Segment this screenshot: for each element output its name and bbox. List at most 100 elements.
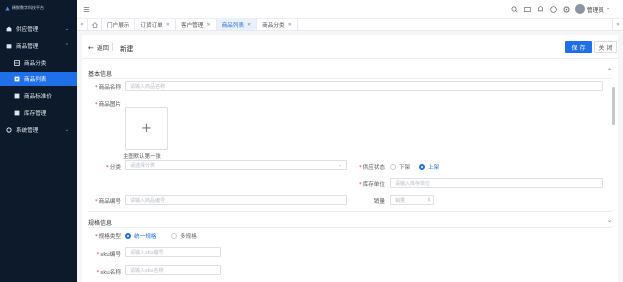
chevron-up-icon: ⌃ bbox=[64, 43, 69, 49]
sidebar-item-category[interactable]: 商品分类 bbox=[0, 57, 77, 69]
image-upload[interactable]: + bbox=[125, 107, 168, 150]
page-title: 新建 bbox=[120, 45, 134, 53]
code-label: *商品编号 bbox=[94, 199, 121, 205]
tab-label: 商品列表 bbox=[221, 22, 244, 29]
close-icon[interactable]: ✕ bbox=[288, 22, 292, 28]
bell-icon[interactable] bbox=[537, 6, 544, 13]
scrollbar[interactable] bbox=[612, 87, 615, 125]
category-placeholder: 请选择分类 bbox=[130, 162, 156, 169]
name-label: *商品名称 bbox=[94, 85, 121, 91]
sales-label: 销量 bbox=[373, 199, 385, 205]
tabs-next-button[interactable]: » bbox=[612, 19, 623, 30]
tab-label: 订货订单 bbox=[140, 22, 163, 29]
sidebar-item-system[interactable]: 系统管理 ⌄ bbox=[0, 124, 77, 136]
page-header: ← 返回 新建 保 存 关 闭 bbox=[82, 35, 618, 59]
home-icon bbox=[91, 21, 98, 28]
tab-label: 客户管理 bbox=[180, 22, 204, 29]
section-title-spec: 规格信息 bbox=[88, 220, 113, 227]
tabs-prev-button[interactable]: « bbox=[77, 19, 88, 30]
close-button[interactable]: 关 闭 bbox=[594, 41, 617, 53]
stock-icon bbox=[14, 110, 20, 116]
sidebar-item-price[interactable]: 商品标准价 bbox=[0, 90, 77, 102]
spec-type-label: *规格类型 bbox=[94, 234, 121, 240]
brand: 稀鲜数字科技平台 bbox=[0, 0, 77, 16]
section-title-basic: 基本信息 bbox=[88, 71, 113, 78]
chevron-up-icon[interactable]: ⌃ bbox=[607, 68, 612, 75]
message-icon[interactable] bbox=[524, 6, 531, 13]
menu-fold-icon[interactable] bbox=[83, 6, 90, 13]
price-icon bbox=[14, 93, 20, 99]
back-label: 返回 bbox=[96, 45, 109, 52]
topbar: 管理员 ⌄ bbox=[77, 0, 623, 19]
brand-title: 稀鲜数字科技平台 bbox=[12, 5, 44, 10]
double-chevron-right-icon: » bbox=[616, 21, 620, 28]
back-button[interactable]: ← 返回 bbox=[88, 43, 109, 53]
close-icon[interactable]: ✕ bbox=[206, 22, 210, 28]
tab-label: 门户展示 bbox=[107, 22, 130, 29]
sidebar-item-label: 商品标准价 bbox=[24, 94, 52, 100]
list-icon bbox=[14, 76, 20, 82]
close-icon[interactable]: ✕ bbox=[247, 22, 251, 28]
sidebar-item-label: 商品分类 bbox=[24, 61, 47, 67]
radio-checked-icon bbox=[125, 233, 131, 239]
divider bbox=[88, 78, 612, 79]
divider bbox=[112, 43, 113, 51]
category-label: *分类 bbox=[106, 165, 121, 171]
close-icon[interactable]: ✕ bbox=[166, 22, 170, 28]
sidebar-item-supply[interactable]: 供应管理 ⌄ bbox=[0, 23, 77, 35]
sidebar-item-label: 库存管理 bbox=[24, 111, 47, 117]
save-button[interactable]: 保 存 bbox=[565, 41, 592, 53]
home-tab[interactable] bbox=[88, 19, 102, 30]
sidebar-item-label: 商品管理 bbox=[16, 44, 39, 50]
stepper-icon[interactable]: ⇕ bbox=[427, 198, 431, 203]
tab-customers[interactable]: 客户管理 ✕ bbox=[176, 19, 217, 30]
search-icon[interactable] bbox=[511, 6, 518, 13]
sku-name-input[interactable]: 请输入sku名称 bbox=[125, 265, 221, 275]
category-select[interactable]: 请选择分类 ⌄ bbox=[125, 160, 347, 170]
image-label: *商品图片 bbox=[94, 102, 121, 108]
status-label: *供应状态 bbox=[358, 165, 385, 171]
main-area: ← 返回 新建 保 存 关 闭 基本信息 ⌃ *商品名称 请输入商品名称 *商品… bbox=[77, 31, 623, 282]
user-name[interactable]: 管理员 bbox=[587, 6, 604, 14]
code-input[interactable]: 请输入商品编号 bbox=[125, 195, 347, 205]
radio-icon bbox=[390, 164, 396, 170]
tab-orders[interactable]: 订货订单 ✕ bbox=[135, 19, 176, 30]
sidebar-item-label: 商品列表 bbox=[24, 77, 47, 83]
chevron-down-icon[interactable]: ⌄ bbox=[606, 5, 610, 11]
unit-input[interactable]: 请输入库存单位 bbox=[390, 178, 603, 188]
tab-goods-list[interactable]: 商品列表 ✕ bbox=[216, 19, 258, 30]
chevron-down-icon: ⌄ bbox=[64, 127, 69, 133]
avatar[interactable] bbox=[575, 4, 585, 14]
form-panel: ← 返回 新建 保 存 关 闭 基本信息 ⌃ *商品名称 请输入商品名称 *商品… bbox=[82, 35, 618, 282]
tab-portal[interactable]: 门户展示 bbox=[102, 19, 136, 30]
sku-code-input[interactable]: 请输入sku编号 bbox=[125, 247, 221, 257]
sidebar-item-stock[interactable]: 库存管理 bbox=[0, 107, 77, 119]
goods-name-input[interactable]: 请输入商品名称 bbox=[125, 81, 603, 91]
spec-radio-unified[interactable]: 统一规格 bbox=[125, 232, 156, 240]
divider bbox=[88, 211, 612, 212]
double-chevron-left-icon: « bbox=[80, 21, 84, 28]
sidebar-item-label: 供应管理 bbox=[16, 27, 39, 33]
chevron-down-icon[interactable]: ⌄ bbox=[607, 217, 612, 224]
status-radio-on[interactable]: 上架 bbox=[419, 163, 439, 171]
tab-label: 商品分类 bbox=[262, 22, 285, 29]
sales-input[interactable]: 销量 ⇕ bbox=[390, 195, 434, 205]
spec-radio-multi[interactable]: 多规格 bbox=[171, 232, 197, 240]
radio-icon bbox=[171, 233, 177, 239]
category-icon bbox=[14, 60, 20, 66]
tab-goods-category[interactable]: 商品分类 ✕ bbox=[257, 19, 298, 30]
sidebar: 稀鲜数字科技平台 供应管理 ⌄ 商品管理 ⌃ 商品分类 商品列表 商品标准价 库… bbox=[0, 0, 77, 282]
help-icon[interactable] bbox=[550, 6, 557, 13]
sku-code-label: *sku编号 bbox=[96, 252, 121, 258]
status-radio-off[interactable]: 下架 bbox=[390, 163, 410, 171]
tab-bar: « 门户展示 订货订单 ✕ 客户管理 ✕ 商品列表 ✕ 商品分类 ✕ » bbox=[77, 19, 623, 31]
settings-icon[interactable] bbox=[563, 6, 570, 13]
supply-icon bbox=[6, 26, 12, 32]
sidebar-item-goods[interactable]: 商品管理 ⌃ bbox=[0, 40, 77, 52]
chevron-down-icon: ⌄ bbox=[64, 26, 69, 32]
logo-icon bbox=[5, 6, 10, 10]
sales-placeholder: 销量 bbox=[395, 197, 406, 204]
chevron-down-icon: ⌄ bbox=[337, 162, 342, 168]
system-icon bbox=[6, 127, 12, 133]
sidebar-item-list[interactable]: 商品列表 bbox=[0, 72, 77, 86]
